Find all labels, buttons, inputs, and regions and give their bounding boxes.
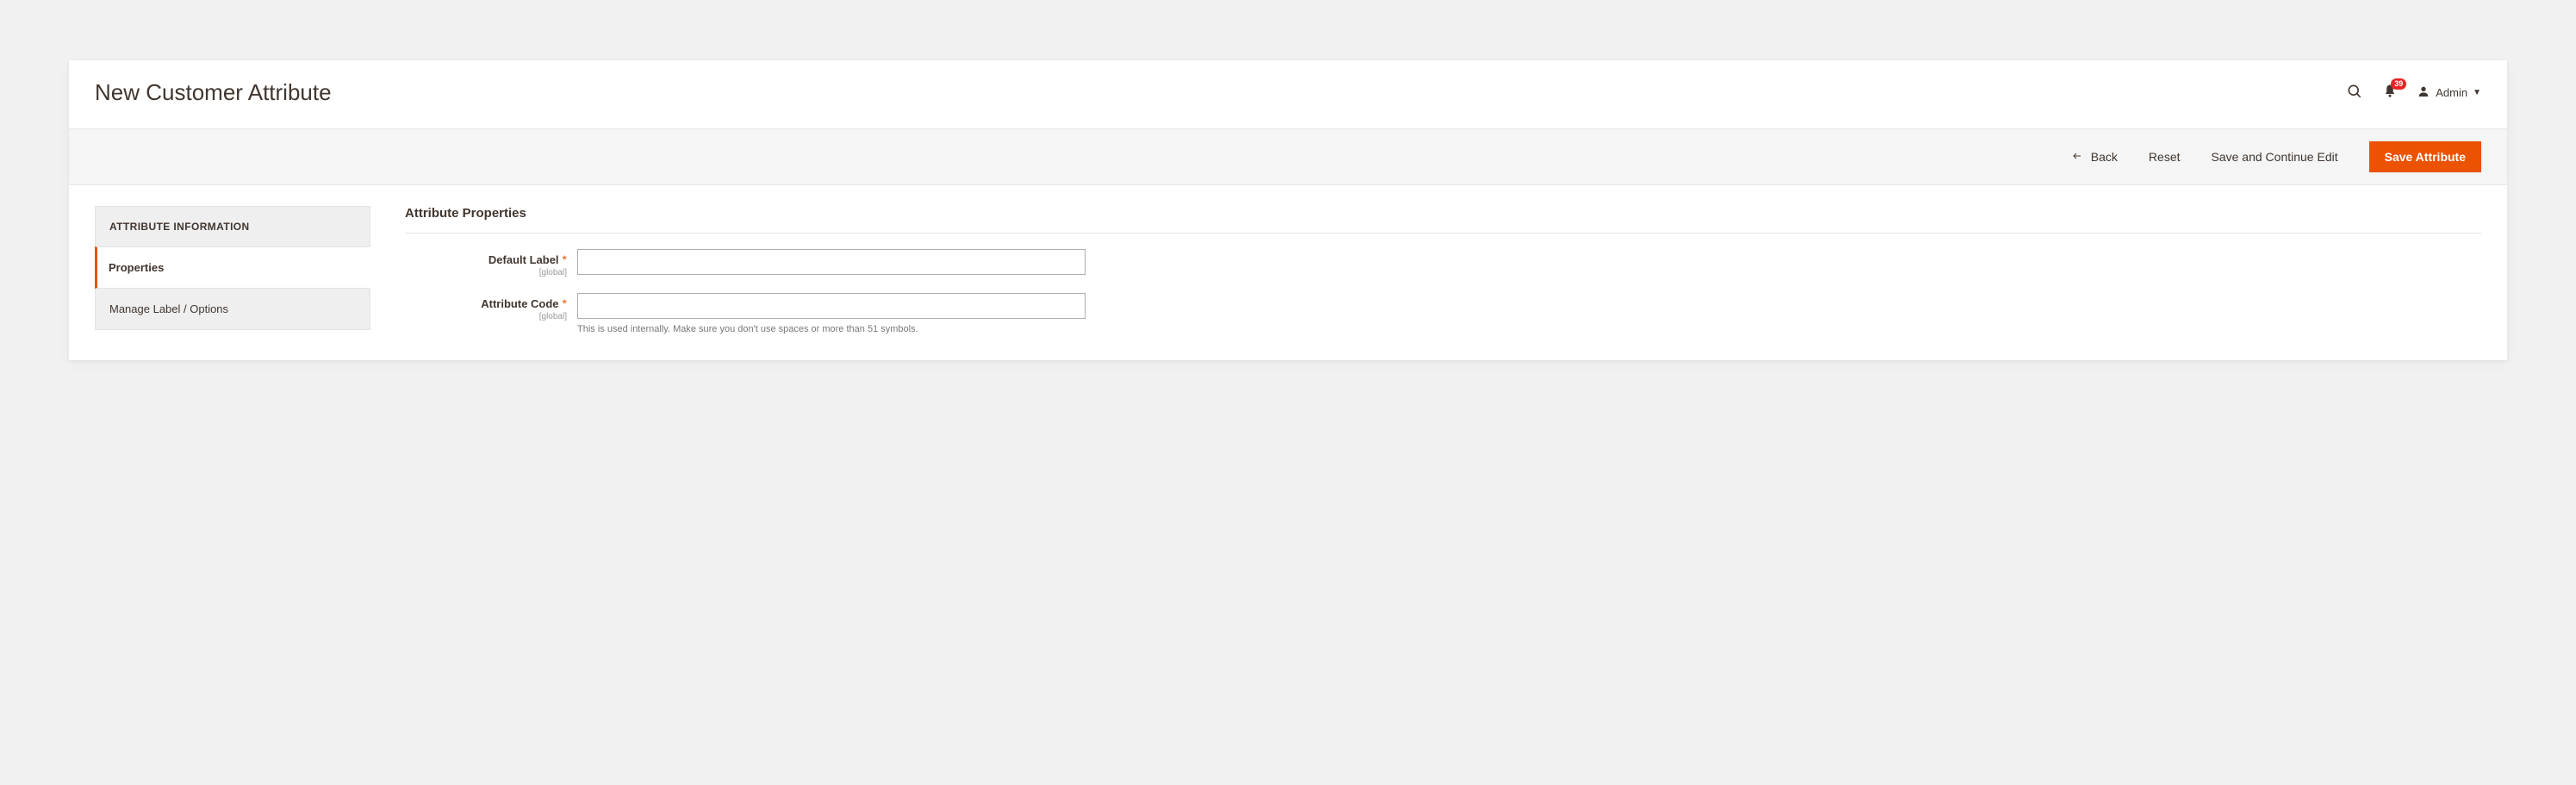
header-actions: 39 Admin ▼ — [2346, 83, 2481, 103]
section-title: Attribute Properties — [405, 206, 2481, 234]
save-button[interactable]: Save Attribute — [2369, 141, 2481, 172]
arrow-left-icon — [2070, 150, 2084, 164]
notifications-button[interactable]: 39 — [2382, 84, 2398, 102]
account-menu[interactable]: Admin ▼ — [2417, 84, 2481, 101]
sidebar-title: ATTRIBUTE INFORMATION — [95, 206, 370, 246]
save-continue-button[interactable]: Save and Continue Edit — [2212, 150, 2338, 164]
back-button[interactable]: Back — [2070, 150, 2118, 164]
sidebar: ATTRIBUTE INFORMATION Properties Manage … — [95, 206, 370, 330]
page-header: New Customer Attribute — [69, 60, 2507, 128]
sidebar-item-properties[interactable]: Properties — [95, 246, 370, 289]
required-mark: * — [563, 252, 567, 266]
attribute-code-text: Attribute Code — [481, 297, 558, 310]
required-mark: * — [563, 296, 567, 310]
attribute-code-input[interactable] — [577, 293, 1086, 319]
default-label-input[interactable] — [577, 249, 1086, 275]
default-label-text: Default Label — [488, 253, 559, 266]
input-col — [577, 249, 1086, 275]
attribute-code-help: This is used internally. Make sure you d… — [577, 324, 1086, 334]
main-panel: Attribute Properties Default Label * [glo… — [405, 206, 2481, 334]
sidebar-item-label: Properties — [109, 261, 164, 274]
scope-text: [global] — [405, 312, 567, 321]
reset-label: Reset — [2149, 150, 2181, 164]
form-row-default-label: Default Label * [global] — [405, 249, 2481, 277]
sidebar-item-label: Manage Label / Options — [109, 302, 228, 315]
account-label: Admin — [2436, 86, 2467, 99]
action-bar: Back Reset Save and Continue Edit Save A… — [69, 128, 2507, 185]
page-title: New Customer Attribute — [95, 79, 2346, 106]
chevron-down-icon: ▼ — [2473, 88, 2481, 97]
form-row-attribute-code: Attribute Code * [global] This is used in… — [405, 293, 2481, 334]
sidebar-item-manage-label-options[interactable]: Manage Label / Options — [95, 289, 370, 330]
user-icon — [2417, 84, 2430, 101]
label-col: Default Label * [global] — [405, 249, 577, 277]
search-icon — [2346, 83, 2363, 103]
save-continue-label: Save and Continue Edit — [2212, 150, 2338, 164]
notification-badge: 39 — [2391, 78, 2406, 90]
page-card: New Customer Attribute — [69, 60, 2507, 360]
reset-button[interactable]: Reset — [2149, 150, 2181, 164]
save-label: Save Attribute — [2385, 150, 2466, 164]
input-col: This is used internally. Make sure you d… — [577, 293, 1086, 334]
search-button[interactable] — [2346, 83, 2363, 103]
content-body: ATTRIBUTE INFORMATION Properties Manage … — [69, 185, 2507, 360]
back-label: Back — [2091, 150, 2118, 164]
scope-text: [global] — [405, 268, 567, 277]
label-col: Attribute Code * [global] — [405, 293, 577, 321]
